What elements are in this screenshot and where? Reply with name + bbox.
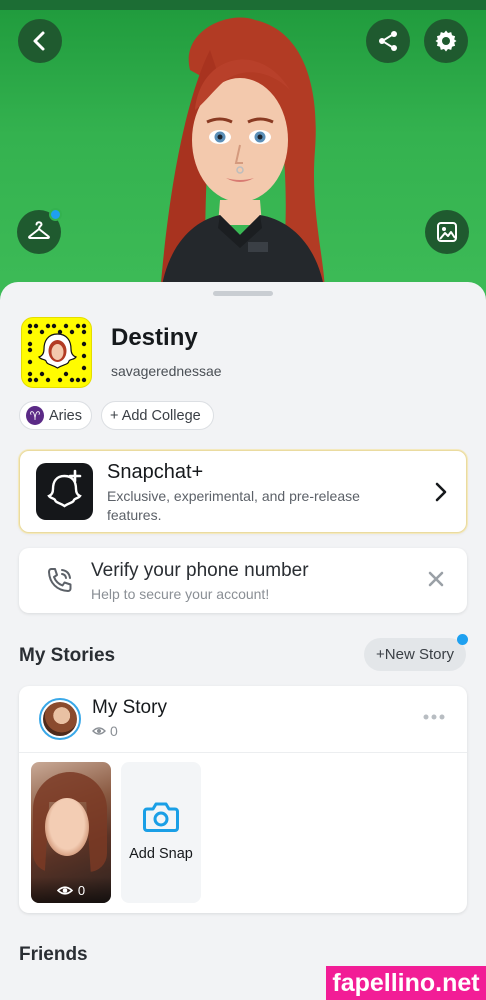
snapchat-plus-card[interactable]: Snapchat+ Exclusive, experimental, and p… — [19, 450, 467, 533]
settings-button[interactable] — [424, 19, 468, 63]
close-icon[interactable] — [427, 570, 445, 588]
bitmoji-selfie-button[interactable] — [425, 210, 469, 254]
new-story-button[interactable]: +New Story — [364, 634, 468, 671]
story-avatar[interactable] — [39, 698, 81, 740]
profile-header-bitmoji-background — [0, 0, 486, 300]
zodiac-label: Aries — [48, 407, 82, 424]
snap-view-count: 0 — [31, 877, 111, 903]
wardrobe-button[interactable] — [17, 208, 62, 254]
my-story-title[interactable]: My Story — [92, 697, 167, 719]
chevron-right-icon — [435, 482, 447, 502]
divider — [19, 752, 467, 753]
sheet-grabber[interactable] — [213, 291, 273, 296]
watermark: fapellino.net — [326, 966, 486, 1000]
verify-phone-card[interactable]: Verify your phone number Help to secure … — [19, 548, 467, 613]
gear-icon — [435, 30, 457, 52]
eye-icon — [92, 727, 106, 735]
aries-icon: ♈ — [26, 406, 44, 425]
more-options-icon[interactable] — [423, 714, 445, 720]
notification-dot — [49, 208, 62, 221]
snapchat-plus-description: Exclusive, experimental, and pre-release… — [107, 488, 360, 523]
bitmoji-avatar — [160, 17, 326, 300]
share-profile-button[interactable] — [366, 19, 410, 63]
new-story-label: +New Story — [376, 646, 454, 663]
snapcode[interactable] — [21, 317, 92, 388]
camera-icon — [143, 802, 179, 832]
profile-sheet: Destiny savagerednessae ♈ Aries + Add Co… — [0, 282, 486, 1000]
add-snap-button[interactable]: Add Snap — [121, 762, 201, 903]
add-snap-label: Add Snap — [129, 846, 193, 862]
add-college-label: + Add College — [110, 407, 201, 424]
back-button[interactable] — [18, 19, 62, 63]
zodiac-chip[interactable]: ♈ Aries — [19, 401, 92, 430]
verify-subtitle: Help to secure your account! — [91, 586, 270, 602]
chevron-left-icon — [33, 31, 45, 51]
snapchat-plus-logo — [36, 463, 93, 520]
notification-dot — [457, 634, 468, 645]
share-icon — [379, 31, 397, 51]
add-college-chip[interactable]: + Add College — [101, 401, 214, 430]
hanger-icon — [28, 221, 50, 239]
my-stories-heading: My Stories — [19, 645, 116, 666]
status-bar-strip — [0, 0, 486, 10]
username: savagerednessae — [111, 363, 222, 379]
eye-icon — [56, 885, 73, 895]
ghost-plus-icon — [47, 469, 82, 508]
snapcode-pattern — [27, 323, 87, 383]
display-name: Destiny — [111, 324, 198, 351]
snapchat-plus-title: Snapchat+ — [107, 461, 204, 483]
friends-heading: Friends — [19, 944, 88, 965]
verify-title: Verify your phone number — [91, 560, 309, 581]
story-view-count: 0 — [92, 723, 118, 739]
my-story-card: My Story 0 0 Add Snap — [19, 686, 467, 913]
story-snap-thumbnail[interactable]: 0 — [31, 762, 111, 903]
phone-call-icon — [48, 568, 72, 592]
image-icon — [437, 222, 457, 242]
